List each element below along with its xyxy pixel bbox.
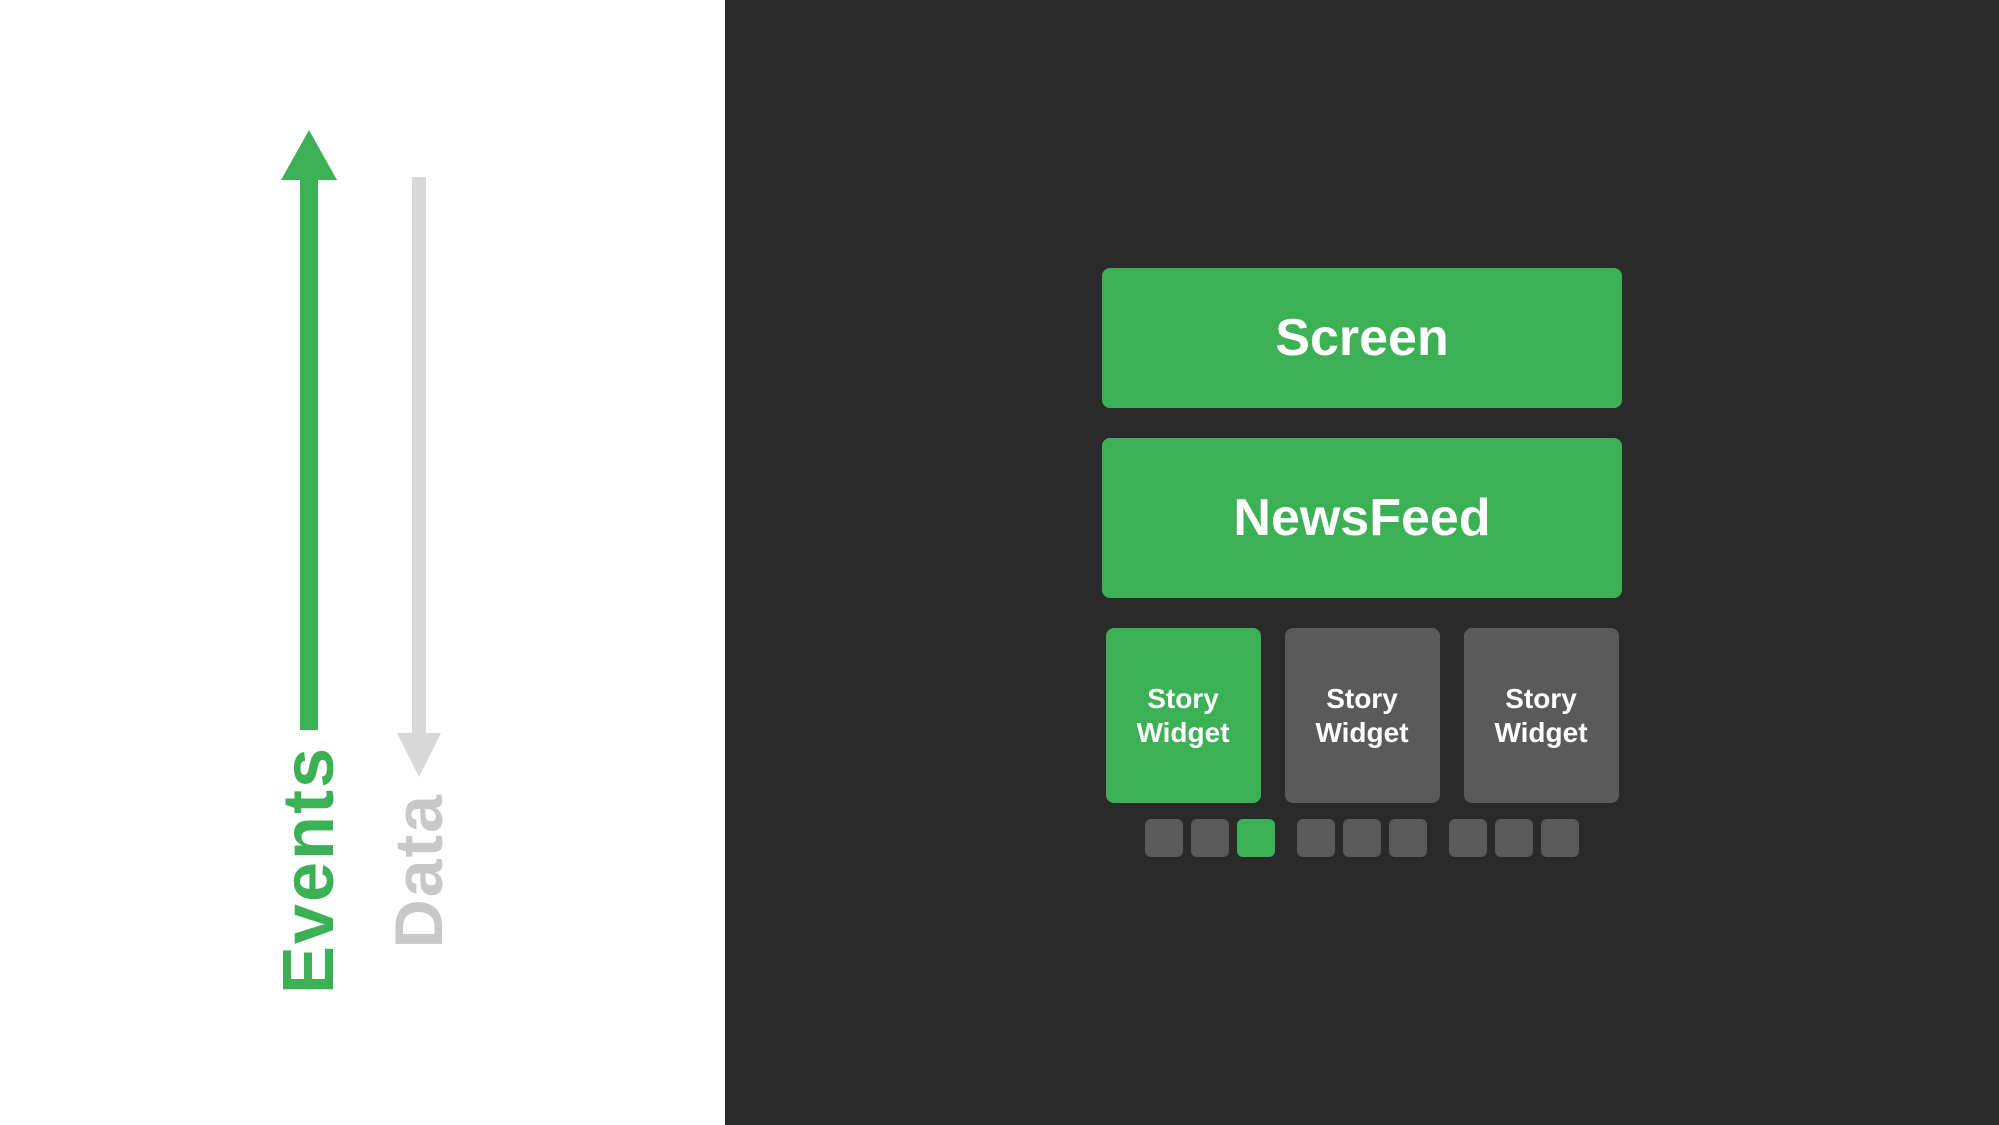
dots-row: [1145, 819, 1579, 857]
story-widget-3: StoryWidget: [1464, 628, 1619, 803]
story-widget-1-label: StoryWidget: [1136, 682, 1229, 749]
dot-3-1: [1449, 819, 1487, 857]
dot-3-3: [1541, 819, 1579, 857]
arrow-up-line: [300, 180, 318, 730]
story-widget-3-label: StoryWidget: [1494, 682, 1587, 749]
story-widget-2-label: StoryWidget: [1315, 682, 1408, 749]
arrow-down-head: [397, 733, 441, 777]
events-arrow: [281, 130, 337, 730]
arrow-down-line: [412, 177, 426, 733]
left-panel: Events Data: [0, 0, 725, 1125]
dot-1-1: [1145, 819, 1183, 857]
screen-label: Screen: [1275, 308, 1448, 368]
events-label: Events: [268, 746, 350, 994]
dots-set-1: [1145, 819, 1275, 857]
story-widget-2: StoryWidget: [1285, 628, 1440, 803]
right-panel: Screen NewsFeed StoryWidget StoryWidget …: [725, 0, 1999, 1125]
screen-box: Screen: [1102, 268, 1622, 408]
dots-set-2: [1297, 819, 1427, 857]
dot-2-3: [1389, 819, 1427, 857]
main-container: Events Data Screen NewsFeed: [0, 0, 1999, 1125]
dot-2-1: [1297, 819, 1335, 857]
dots-set-3: [1449, 819, 1579, 857]
newsfeed-box: NewsFeed: [1102, 438, 1622, 598]
dot-1-3: [1237, 819, 1275, 857]
dot-2-2: [1343, 819, 1381, 857]
events-group: Events Data: [268, 130, 458, 994]
data-arrow: [397, 177, 441, 777]
dot-3-2: [1495, 819, 1533, 857]
data-label: Data: [380, 793, 458, 948]
arrow-up-head: [281, 130, 337, 180]
story-section: StoryWidget StoryWidget StoryWidget: [1102, 628, 1622, 857]
story-widgets-row: StoryWidget StoryWidget StoryWidget: [1102, 628, 1622, 803]
dot-1-2: [1191, 819, 1229, 857]
story-widget-1: StoryWidget: [1106, 628, 1261, 803]
newsfeed-label: NewsFeed: [1233, 488, 1490, 548]
